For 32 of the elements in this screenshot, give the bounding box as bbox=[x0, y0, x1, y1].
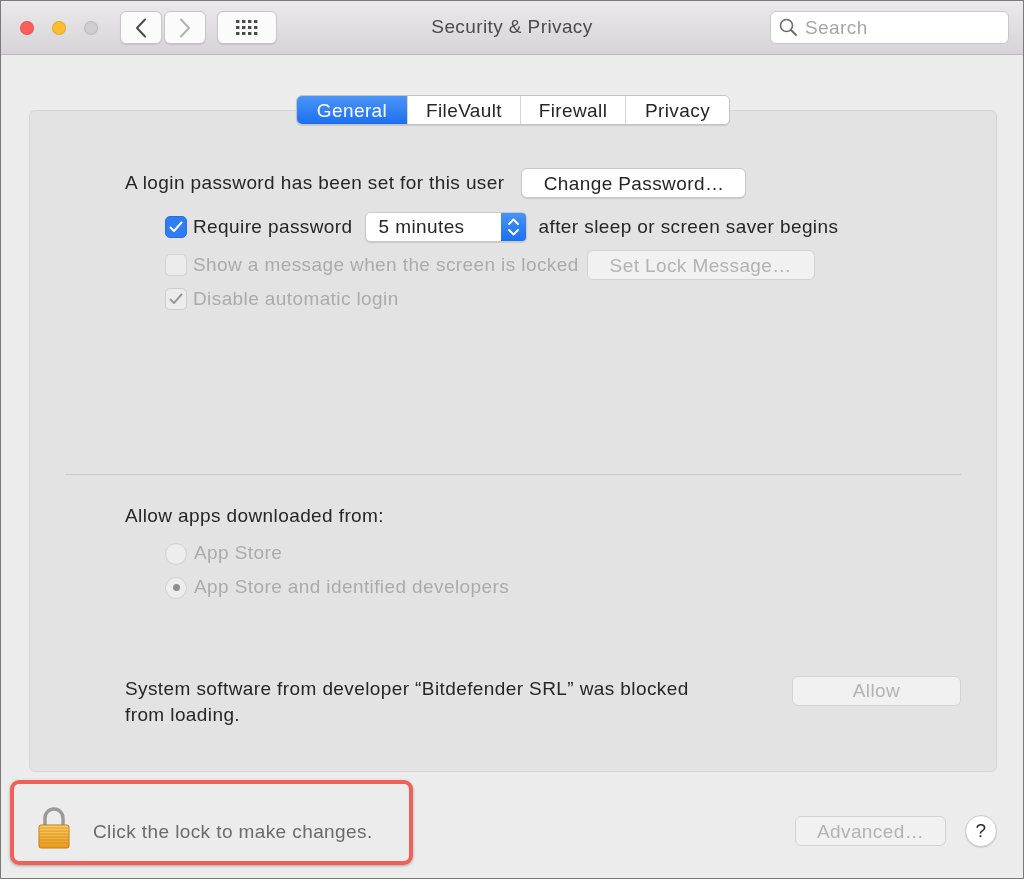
change-password-button[interactable]: Change Password… bbox=[521, 168, 747, 198]
close-button[interactable] bbox=[20, 20, 34, 35]
password-status-label: A login password has been set for this user bbox=[125, 170, 505, 195]
radio-label: App Store bbox=[194, 541, 283, 566]
tab[interactable]: FileVault bbox=[407, 96, 520, 124]
interval-suffix-label: after sleep or screen saver begins bbox=[538, 214, 839, 239]
show-all-button[interactable] bbox=[217, 11, 277, 44]
checkbox-label: Disable automatic login bbox=[193, 286, 399, 311]
tab[interactable]: Privacy bbox=[625, 96, 729, 124]
blocked-software-message: System software from developer “Bitdefender SRL” was blocked from loading. bbox=[125, 676, 690, 727]
lock-message: Click the lock to make changes. bbox=[93, 820, 373, 845]
tab[interactable]: General bbox=[297, 96, 407, 124]
help-button[interactable]: ? bbox=[965, 815, 997, 847]
tab[interactable]: Firewall bbox=[520, 96, 625, 124]
chevron-right-icon bbox=[179, 17, 191, 38]
checkbox[interactable] bbox=[165, 216, 187, 238]
checkmark-icon bbox=[169, 221, 183, 233]
back-button[interactable] bbox=[120, 11, 162, 44]
grid-icon bbox=[236, 20, 258, 35]
section-heading: Allow apps downloaded from: bbox=[125, 504, 384, 528]
window-title: Security & Privacy bbox=[431, 15, 593, 40]
checkbox-label: Require password bbox=[193, 214, 353, 239]
radio-label: App Store and identified developers bbox=[194, 575, 510, 600]
chevron-left-icon bbox=[135, 17, 147, 38]
checkbox-label: Show a message when the screen is locked bbox=[193, 252, 579, 277]
checkmark-icon bbox=[169, 293, 183, 305]
interval-popup-button[interactable]: 5 minutes bbox=[364, 212, 527, 242]
chevron-up-down-icon bbox=[500, 213, 526, 241]
lock-icon[interactable] bbox=[37, 806, 71, 849]
minimize-button[interactable] bbox=[52, 20, 66, 35]
search-icon bbox=[779, 18, 797, 36]
search-field[interactable]: Search bbox=[770, 11, 1009, 44]
